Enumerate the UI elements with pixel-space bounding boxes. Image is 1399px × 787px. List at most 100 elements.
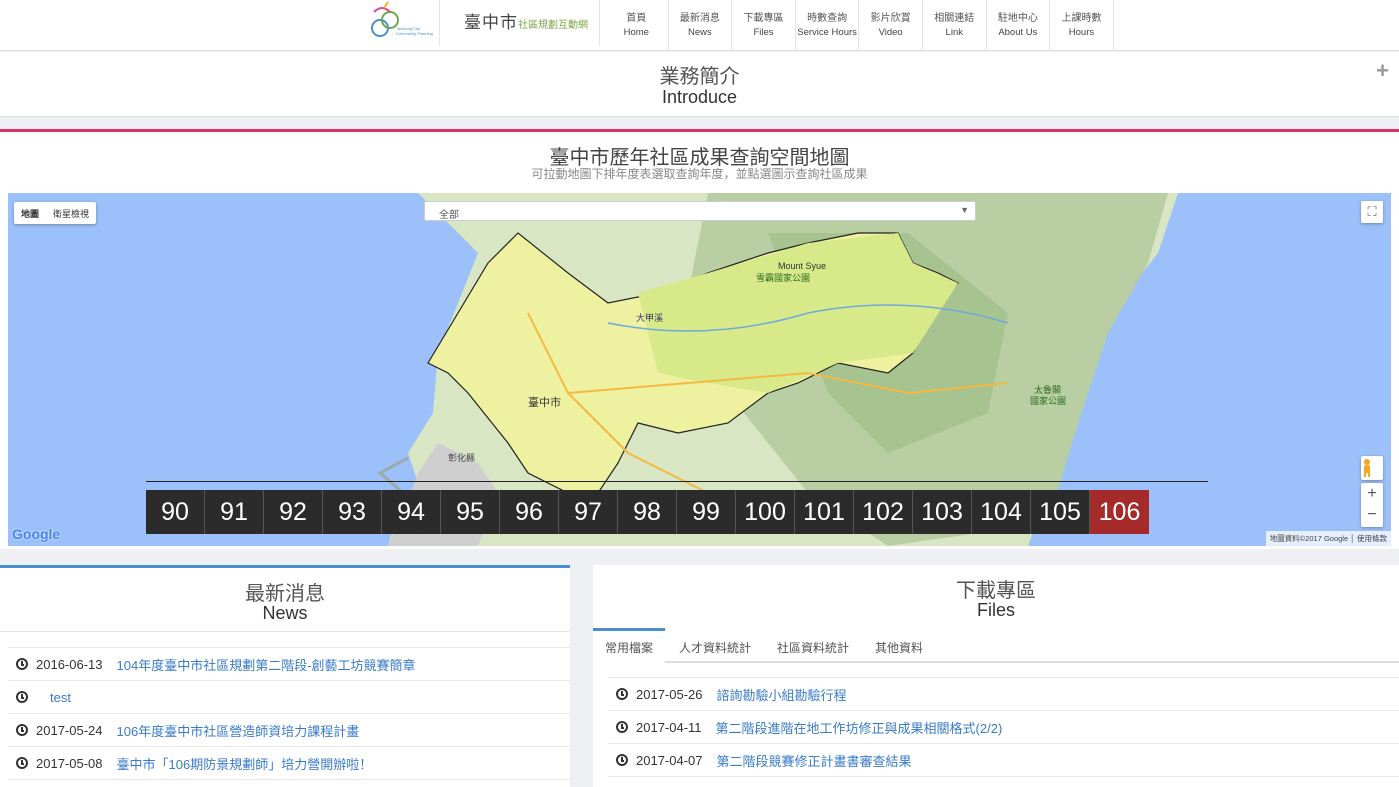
map-subtitle: 可拉動地圖下排年度表選取查詢年度，並點選圖示查詢社區成果 bbox=[531, 167, 868, 181]
map-type-satellite[interactable]: 衛星檢視 bbox=[46, 202, 96, 224]
nav-item-about-us[interactable]: 駐地中心 About Us bbox=[987, 0, 1051, 51]
item-title-link[interactable]: 諮詢勘驗小組勘驗行程 bbox=[717, 685, 847, 704]
map-label-city: 臺中市 bbox=[528, 395, 561, 409]
files-title-en: Files bbox=[976, 600, 1015, 620]
google-map[interactable]: 臺中市 彰化縣 Mount Syue 雪霸國家公園 太魯閣 國家公園 大甲溪 地… bbox=[8, 193, 1391, 546]
google-logo: Google bbox=[12, 526, 61, 542]
nav-item-en: Home bbox=[623, 27, 649, 38]
site-logo-text: 臺中市社區規劃互動網 bbox=[464, 13, 588, 33]
item-date: 2017-05-08 bbox=[36, 755, 103, 771]
community-logo[interactable]: Taichung City Community Planning bbox=[362, 0, 440, 46]
zoom-in-button[interactable]: + bbox=[1361, 483, 1383, 504]
nav-item-zh: 首頁 bbox=[626, 13, 647, 24]
nav-item-service-hours[interactable]: 時數查詢 Service Hours bbox=[796, 0, 860, 51]
tab-files-3[interactable]: 其他資料 bbox=[863, 628, 935, 661]
chevron-down-icon: ▼ bbox=[960, 205, 969, 215]
nav-item-en: Service Hours bbox=[797, 27, 857, 38]
nav-item-files[interactable]: 下載專區 Files bbox=[732, 0, 796, 51]
clock-icon bbox=[16, 724, 28, 736]
map-label-park2: 太魯閣 bbox=[1034, 384, 1061, 395]
year-button-94[interactable]: 94 bbox=[382, 490, 441, 534]
year-button-106[interactable]: 106 bbox=[1090, 490, 1149, 534]
zoom-control: + − bbox=[1361, 483, 1383, 527]
top-navbar: Taichung City Community Planning 臺中市社區規劃… bbox=[0, 0, 1399, 51]
item-title-link[interactable]: 第二階段競賽修正計畫書審查結果 bbox=[717, 751, 912, 770]
nav-item-video[interactable]: 影片欣賞 Video bbox=[859, 0, 923, 51]
nav-item-en: Link bbox=[945, 27, 963, 38]
timeline-line bbox=[146, 481, 1208, 482]
clock-icon bbox=[616, 721, 628, 733]
clock-icon bbox=[616, 688, 628, 700]
nav-item-zh: 相關連結 bbox=[934, 13, 975, 24]
year-button-98[interactable]: 98 bbox=[618, 490, 677, 534]
year-select-value: 全部 bbox=[439, 210, 459, 221]
introduce-title-zh: 業務簡介 bbox=[659, 66, 740, 88]
year-button-101[interactable]: 101 bbox=[795, 490, 854, 534]
map-label-mountain: Mount Syue bbox=[778, 261, 826, 271]
map-type-map[interactable]: 地圖 bbox=[14, 202, 46, 224]
nav-item-news[interactable]: 最新消息 News bbox=[669, 0, 733, 51]
files-tabs: 常用檔案 人才資料統計 社區資料統計 其他資料 bbox=[593, 628, 1399, 663]
item-date: 2017-05-24 bbox=[36, 722, 103, 738]
nav-item-en: News bbox=[688, 27, 712, 38]
site-logo[interactable]: 臺中市社區規劃互動網 bbox=[440, 0, 600, 46]
files-panel: 下載專區 Files 常用檔案 人才資料統計 社區資料統計 其他資料 2017-05-… bbox=[593, 565, 1399, 787]
item-title-link[interactable]: 臺中市「106期防景規劃師」培力營開辦啦！ bbox=[117, 754, 373, 773]
map-label-park2b: 國家公園 bbox=[1030, 395, 1066, 406]
nav-item-home[interactable]: 首頁 Home bbox=[605, 0, 669, 51]
main-nav: 首頁 Home 最新消息 News 下載專區 Files 時數查詢 Service Hours… bbox=[605, 0, 1114, 51]
item-title-link[interactable]: 104年度臺中市社區規劃第二階段-創藝工坊競賽簡章 bbox=[117, 655, 416, 674]
clock-icon bbox=[16, 658, 28, 670]
files-title-zh: 下載專區 bbox=[956, 580, 1036, 602]
year-button-97[interactable]: 97 bbox=[559, 490, 618, 534]
fullscreen-icon[interactable]: ⛶ bbox=[1361, 201, 1383, 223]
tab-files-1[interactable]: 人才資料統計 bbox=[667, 628, 763, 661]
plus-icon[interactable]: + bbox=[1376, 58, 1389, 84]
tab-files-0[interactable]: 常用檔案 bbox=[593, 628, 666, 663]
year-button-92[interactable]: 92 bbox=[264, 490, 323, 534]
list-item: test bbox=[8, 680, 570, 714]
tab-files-2[interactable]: 社區資料統計 bbox=[765, 628, 861, 661]
year-button-105[interactable]: 105 bbox=[1031, 490, 1090, 534]
year-button-96[interactable]: 96 bbox=[500, 490, 559, 534]
nav-item-hours[interactable]: 上課時數 Hours bbox=[1050, 0, 1114, 51]
nav-item-zh: 時數查詢 bbox=[807, 13, 848, 24]
year-button-93[interactable]: 93 bbox=[323, 490, 382, 534]
year-button-100[interactable]: 100 bbox=[736, 490, 795, 534]
street-view-pegman-icon[interactable] bbox=[1361, 456, 1383, 480]
item-title-link[interactable]: test bbox=[50, 690, 71, 705]
clock-icon bbox=[616, 754, 628, 766]
nav-item-en: Files bbox=[753, 27, 774, 38]
list-item: 2017-05-26 諮詢勘驗小組勘驗行程 bbox=[608, 677, 1399, 711]
introduce-panel: 業務簡介 Introduce + bbox=[0, 52, 1399, 117]
year-button-90[interactable]: 90 bbox=[146, 490, 205, 534]
year-select[interactable]: 全部 ▼ bbox=[424, 201, 976, 221]
year-timeline: 90 91 92 93 94 95 96 97 98 99 100 101 102 103 104 105 10… bbox=[146, 490, 1149, 534]
list-item: 2017-05-08 臺中市「106期防景規劃師」培力營開辦啦！ bbox=[8, 746, 570, 780]
list-item: 2017-04-11 第二階段進階在地工作坊修正與成果相關格式(2/2) bbox=[608, 710, 1399, 744]
nav-item-en: About Us bbox=[998, 27, 1038, 38]
nav-item-link[interactable]: 相關連結 Link bbox=[923, 0, 987, 51]
list-item: 2017-05-24 106年度臺中市社區營造師資培力課程計畫 bbox=[8, 713, 570, 747]
year-button-103[interactable]: 103 bbox=[913, 490, 972, 534]
map-attribution[interactable]: 地圖資料©2017 Google │ 使用條款 bbox=[1265, 531, 1391, 546]
item-date: 2017-04-07 bbox=[636, 752, 703, 768]
list-item: 2016-06-13 104年度臺中市社區規劃第二階段-創藝工坊競賽簡章 bbox=[8, 647, 570, 681]
nav-item-zh: 駐地中心 bbox=[997, 13, 1038, 24]
news-title-en: News bbox=[262, 603, 308, 623]
svg-text:Community Planning: Community Planning bbox=[396, 31, 433, 36]
introduce-title-en: Introduce bbox=[661, 87, 738, 107]
map-label-park1: 雪霸國家公園 bbox=[756, 272, 810, 283]
item-title-link[interactable]: 第二階段進階在地工作坊修正與成果相關格式(2/2) bbox=[716, 718, 1003, 737]
year-button-102[interactable]: 102 bbox=[854, 490, 913, 534]
nav-item-zh: 下載專區 bbox=[743, 13, 784, 24]
year-button-91[interactable]: 91 bbox=[205, 490, 264, 534]
item-title-link[interactable]: 106年度臺中市社區營造師資培力課程計畫 bbox=[117, 721, 360, 740]
news-title-zh: 最新消息 bbox=[245, 583, 325, 605]
map-label-river: 大甲溪 bbox=[636, 312, 663, 323]
year-button-104[interactable]: 104 bbox=[972, 490, 1031, 534]
year-button-99[interactable]: 99 bbox=[677, 490, 736, 534]
year-button-95[interactable]: 95 bbox=[441, 490, 500, 534]
zoom-out-button[interactable]: − bbox=[1361, 504, 1383, 525]
nav-item-zh: 最新消息 bbox=[679, 13, 720, 24]
